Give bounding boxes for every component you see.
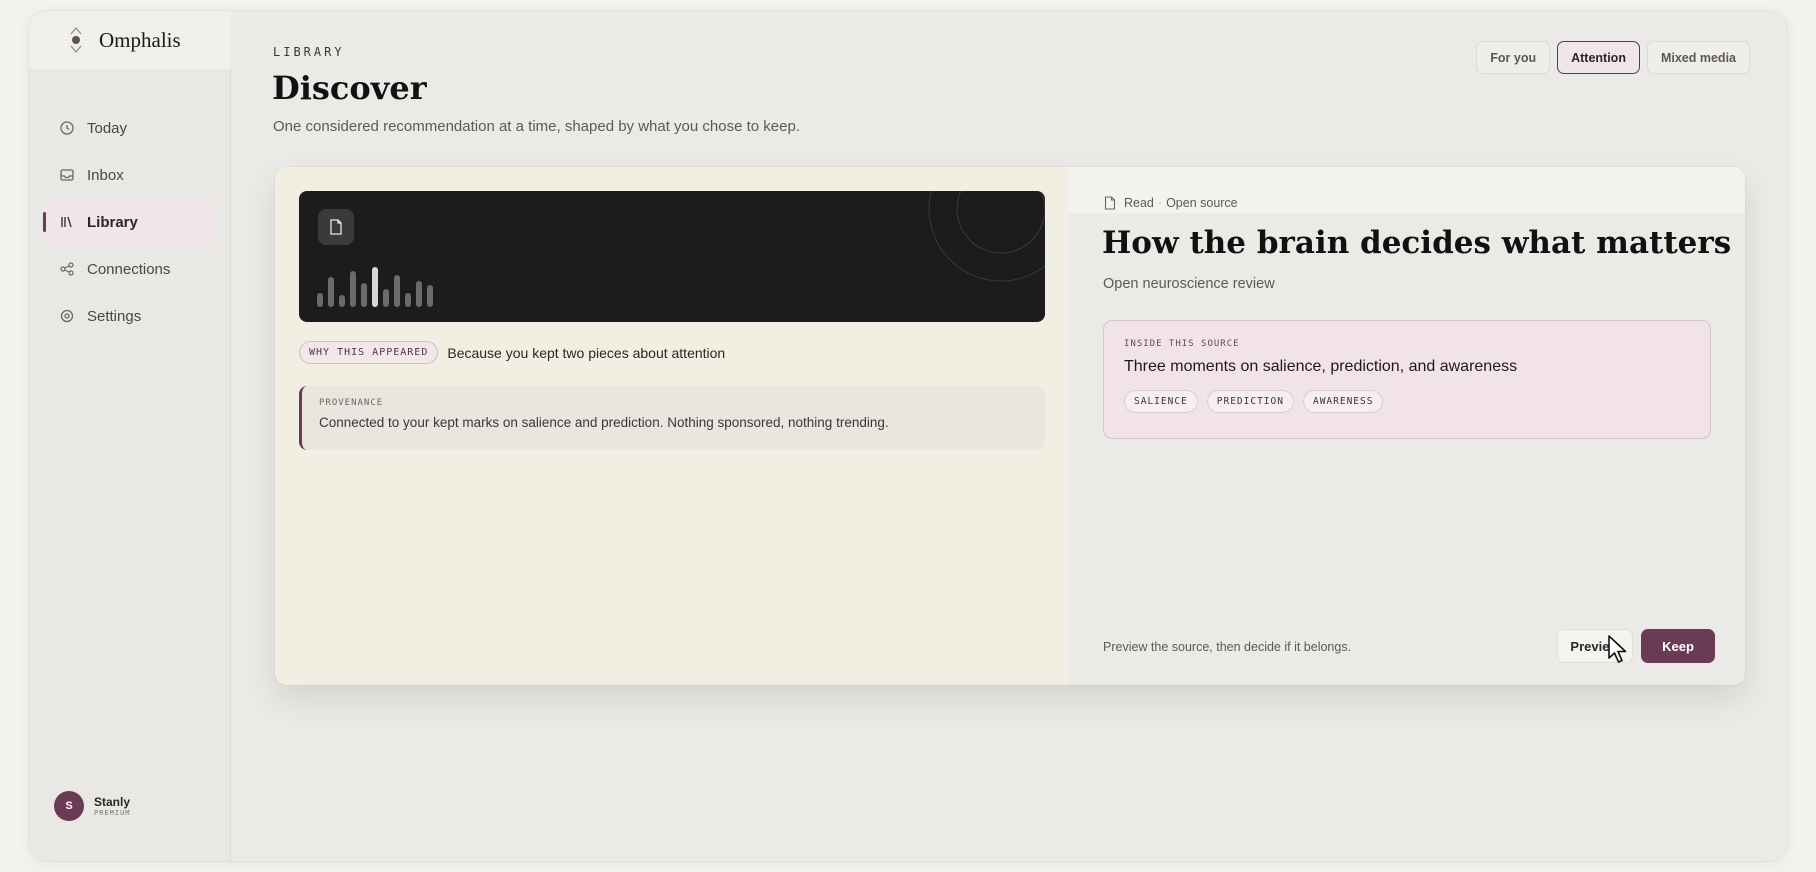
page-subtitle: One considered recommendation at a time,…	[273, 118, 800, 135]
filter-tabs: For you Attention Mixed media	[1476, 41, 1750, 74]
app-name: Omphalis	[99, 27, 181, 52]
waveform	[317, 267, 433, 307]
source-type: Read	[1124, 196, 1154, 210]
tag-prediction[interactable]: PREDICTION	[1206, 390, 1294, 413]
inside-label: INSIDE THIS SOURCE	[1124, 339, 1240, 349]
clock-icon	[59, 120, 75, 136]
page-title: Discover	[272, 69, 427, 107]
waveform-bar	[427, 285, 433, 307]
brand: Omphalis	[29, 11, 231, 69]
recommendation-subtitle: Open neuroscience review	[1103, 276, 1275, 292]
user-plan-badge: PREMIUM	[94, 809, 131, 817]
sidebar-item-settings[interactable]: Settings	[45, 295, 215, 337]
sidebar-item-label: Settings	[87, 307, 142, 325]
user-profile[interactable]: S Stanly PREMIUM	[54, 791, 131, 821]
waveform-bar	[394, 275, 400, 307]
sidebar-item-label: Connections	[87, 260, 171, 278]
app-window: Omphalis Today Inbox Library Connections…	[29, 11, 1787, 861]
share-icon	[59, 261, 75, 277]
waveform-bar	[328, 277, 334, 307]
tab-for-you[interactable]: For you	[1476, 41, 1551, 74]
meta-separator: ·	[1157, 196, 1163, 210]
inbox-icon	[59, 167, 75, 183]
media-preview[interactable]	[299, 191, 1045, 322]
file-icon	[1104, 196, 1116, 210]
breadcrumb: LIBRARY	[273, 45, 345, 59]
decorative-rings	[928, 191, 1045, 282]
sidebar-item-inbox[interactable]: Inbox	[45, 154, 215, 196]
sidebar-item-library[interactable]: Library	[43, 201, 215, 243]
sidebar-item-label: Inbox	[87, 166, 124, 184]
sidebar-item-label: Today	[87, 119, 128, 137]
document-icon	[318, 209, 354, 245]
recommendation-card: WHY THIS APPEARED Because you kept two p…	[275, 167, 1745, 685]
provenance-text: Connected to your kept marks on salience…	[319, 415, 889, 430]
sidebar-item-connections[interactable]: Connections	[45, 248, 215, 290]
inside-text: Three moments on salience, prediction, a…	[1124, 358, 1518, 375]
waveform-bar	[361, 283, 367, 307]
card-media-panel: WHY THIS APPEARED Because you kept two p…	[275, 167, 1068, 685]
main-content: LIBRARY Discover One considered recommen…	[231, 11, 1787, 861]
sidebar-item-label: Library	[87, 213, 138, 231]
omphalis-logo-icon	[69, 25, 83, 55]
waveform-bar	[317, 293, 323, 307]
user-name: Stanly	[94, 795, 131, 809]
tag-awareness[interactable]: AWARENESS	[1302, 390, 1384, 413]
keep-button[interactable]: Keep	[1641, 629, 1715, 663]
source-label: Open source	[1166, 196, 1238, 210]
provenance-box: PROVENANCE Connected to your kept marks …	[299, 386, 1045, 450]
mouse-cursor-icon	[1608, 635, 1627, 663]
waveform-bar	[416, 281, 422, 307]
avatar: S	[54, 791, 84, 821]
provenance-label: PROVENANCE	[319, 398, 384, 408]
recommendation-title: How the brain decides what matters	[1102, 225, 1732, 261]
why-appeared: WHY THIS APPEARED Because you kept two p…	[299, 341, 725, 364]
tab-mixed-media[interactable]: Mixed media	[1646, 41, 1750, 74]
sidebar-nav: Today Inbox Library Connections Settings	[43, 107, 215, 342]
source-meta: Read · Open source	[1104, 196, 1238, 210]
action-hint: Preview the source, then decide if it be…	[1103, 640, 1352, 654]
gear-icon	[59, 308, 75, 324]
waveform-bar	[372, 267, 378, 307]
waveform-bar	[339, 295, 345, 307]
why-text: Because you kept two pieces about attent…	[447, 344, 726, 361]
waveform-bar	[383, 289, 389, 307]
card-detail-panel: Read · Open source How the brain decides…	[1068, 167, 1745, 685]
tag-salience[interactable]: SALIENCE	[1124, 390, 1198, 413]
sidebar-item-today[interactable]: Today	[45, 107, 215, 149]
topic-tags: SALIENCE PREDICTION AWARENESS	[1124, 390, 1690, 413]
sidebar: Omphalis Today Inbox Library Connections…	[29, 11, 231, 861]
library-icon	[59, 214, 75, 230]
waveform-bar	[405, 293, 411, 307]
inside-source-box: INSIDE THIS SOURCE Three moments on sali…	[1103, 320, 1711, 439]
tab-attention[interactable]: Attention	[1557, 41, 1640, 74]
waveform-bar	[350, 271, 356, 307]
why-badge: WHY THIS APPEARED	[299, 341, 439, 364]
